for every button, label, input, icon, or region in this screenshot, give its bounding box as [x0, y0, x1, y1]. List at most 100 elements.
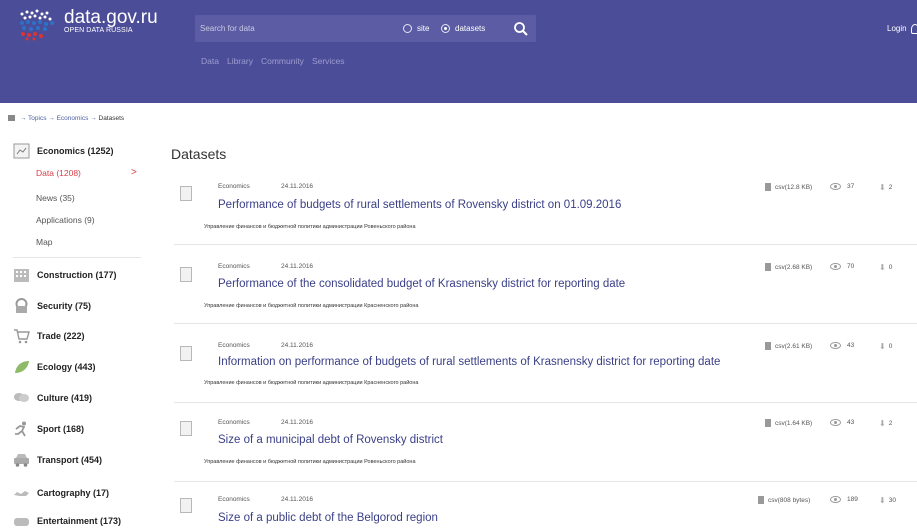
- dataset-views: 189: [830, 496, 858, 503]
- divider: [174, 481, 917, 482]
- dataset-date: 24.11.2016: [281, 496, 314, 503]
- sidebar-item-economics[interactable]: Economics (1252): [13, 143, 114, 159]
- dataset-title[interactable]: Performance of budgets of rural settleme…: [218, 199, 621, 211]
- radio-selected-icon: [441, 24, 450, 33]
- sidebar-item-label: Culture (419): [37, 393, 93, 403]
- dataset-format-label: csv(12.8 KB): [775, 183, 813, 191]
- dataset-format[interactable]: csv(2.61 KB): [765, 342, 812, 350]
- divider: [13, 257, 141, 258]
- dataset-organization[interactable]: Управление финансов и бюджетной политики…: [204, 224, 416, 230]
- dataset-format[interactable]: csv(2.68 KB): [765, 263, 812, 271]
- download-icon: ⬇: [879, 342, 886, 351]
- dataset-downloads: ⬇ 30: [879, 496, 896, 505]
- logo-icon[interactable]: [14, 8, 60, 42]
- sidebar-subitem-map[interactable]: Map: [36, 237, 53, 247]
- sidebar-item-label: Construction (177): [37, 270, 117, 280]
- eye-icon: [830, 183, 841, 190]
- shopping-cart-icon: [14, 329, 30, 344]
- search-icon[interactable]: [513, 21, 529, 37]
- breadcrumb-topics[interactable]: Topics: [28, 115, 46, 122]
- views-count: 70: [847, 263, 855, 270]
- sidebar-item-ecology[interactable]: Ecology (443): [13, 359, 96, 375]
- theatre-icon: [14, 393, 29, 402]
- sidebar-item-sport[interactable]: Sport (168): [13, 421, 84, 437]
- dataset-views: 43: [830, 419, 854, 426]
- dataset-title[interactable]: Size of a municipal debt of Rovensky dis…: [218, 434, 443, 446]
- eye-icon: [830, 496, 841, 503]
- dataset-title[interactable]: Size of a public debt of the Belgorod re…: [218, 512, 438, 524]
- file-icon: [765, 263, 771, 271]
- dataset-date: 24.11.2016: [281, 263, 314, 270]
- dataset-category[interactable]: Economics: [218, 419, 250, 426]
- dataset-category[interactable]: Economics: [218, 183, 250, 190]
- sidebar-item-label: Economics (1252): [37, 146, 114, 156]
- dataset-card[interactable]: Economics 24.11.2016 Size of a public de…: [171, 496, 917, 527]
- radio-site-label: site: [417, 24, 430, 33]
- dataset-category[interactable]: Economics: [218, 496, 250, 503]
- dataset-card[interactable]: Economics 24.11.2016 Information on perf…: [171, 340, 917, 398]
- dataset-title[interactable]: Information on performance of budgets of…: [218, 356, 720, 368]
- chevron-right-icon: >: [131, 167, 137, 178]
- building-icon: [14, 269, 29, 282]
- sidebar-item-trade[interactable]: Trade (222): [13, 328, 85, 344]
- site-subtitle: OPEN DATA RUSSIA: [64, 27, 133, 34]
- dataset-card[interactable]: Economics 24.11.2016 Performance of budg…: [171, 180, 917, 242]
- divider: [174, 323, 917, 324]
- login-link[interactable]: Login: [887, 24, 907, 33]
- dataset-views: 43: [830, 342, 854, 349]
- nav-services[interactable]: Services: [312, 56, 345, 66]
- dataset-format[interactable]: csv(12.8 KB): [765, 183, 812, 191]
- nav-library[interactable]: Library: [227, 56, 253, 66]
- runner-icon: [15, 421, 26, 437]
- sidebar-item-security[interactable]: Security (75): [13, 298, 91, 314]
- nav-data[interactable]: Data: [201, 56, 219, 66]
- sidebar-item-transport[interactable]: Transport (454): [13, 452, 102, 468]
- dataset-organization[interactable]: Управление финансов и бюджетной политики…: [204, 380, 418, 386]
- dataset-card[interactable]: Economics 24.11.2016 Size of a municipal…: [171, 419, 917, 477]
- dataset-category[interactable]: Economics: [218, 342, 250, 349]
- document-chart-icon: [13, 143, 30, 159]
- breadcrumb-current: Datasets: [98, 115, 125, 122]
- nav-community[interactable]: Community: [261, 56, 304, 66]
- sidebar-item-label: Cartography (17): [37, 488, 110, 498]
- sidebar-subitem-applications[interactable]: Applications (9): [36, 215, 95, 225]
- sidebar-subitem-news[interactable]: News (35): [36, 193, 75, 203]
- dataset-downloads: ⬇ 2: [879, 419, 892, 428]
- top-header: data.gov.ru OPEN DATA RUSSIA site datase…: [0, 0, 917, 103]
- leaf-icon: [15, 361, 29, 373]
- dataset-date: 24.11.2016: [281, 419, 314, 426]
- dataset-format-label: csv(808 bytes): [768, 496, 811, 504]
- home-icon[interactable]: [8, 115, 15, 121]
- dataset-format[interactable]: csv(1.64 KB): [765, 419, 812, 427]
- main-nav: Data Library Community Services: [201, 56, 345, 66]
- sidebar-item-cartography[interactable]: Cartography (17): [13, 485, 109, 501]
- search-input[interactable]: [200, 20, 370, 37]
- site-name[interactable]: data.gov.ru: [64, 8, 158, 28]
- dataset-organization[interactable]: Управление финансов и бюджетной политики…: [204, 303, 418, 309]
- dataset-title[interactable]: Performance of the consolidated budget o…: [218, 278, 625, 290]
- download-icon: ⬇: [879, 419, 886, 428]
- dataset-card[interactable]: Economics 24.11.2016 Performance of the …: [171, 261, 917, 319]
- dataset-format[interactable]: csv(808 bytes): [758, 496, 810, 504]
- radio-site[interactable]: site: [403, 24, 429, 33]
- views-count: 43: [847, 419, 855, 426]
- breadcrumb: → Topics → Economics → Datasets: [8, 115, 124, 122]
- sidebar-item-label: Trade (222): [37, 331, 85, 341]
- sidebar-item-label: Transport (454): [37, 455, 103, 465]
- breadcrumb-economics[interactable]: Economics: [57, 115, 89, 122]
- user-icon[interactable]: [911, 24, 917, 34]
- dataset-organization[interactable]: Управление финансов и бюджетной политики…: [204, 459, 416, 465]
- dataset-category[interactable]: Economics: [218, 263, 250, 270]
- dataset-file-icon: [180, 267, 192, 282]
- eye-icon: [830, 342, 841, 349]
- breadcrumb-sep: →: [90, 115, 97, 122]
- sidebar-item-construction[interactable]: Construction (177): [13, 267, 117, 283]
- map-icon: [14, 491, 29, 496]
- sidebar-item-label: Entertainment (173): [37, 516, 122, 526]
- radio-icon: [403, 24, 412, 33]
- dataset-downloads: ⬇ 0: [879, 342, 892, 351]
- divider: [174, 244, 917, 245]
- radio-datasets[interactable]: datasets: [441, 24, 485, 33]
- sidebar-item-culture[interactable]: Culture (419): [13, 390, 92, 406]
- sidebar-subitem-data[interactable]: Data (1208): [36, 168, 81, 178]
